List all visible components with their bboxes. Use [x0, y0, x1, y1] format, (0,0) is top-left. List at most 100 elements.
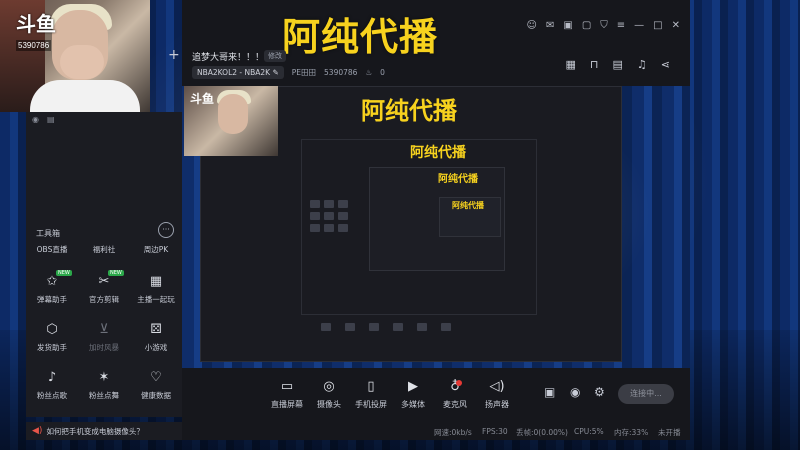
upload-speed: 网速:0kb/s [434, 428, 472, 437]
streamer-shirt [30, 80, 140, 112]
gift-icon[interactable]: ▣ [563, 20, 572, 31]
control-label: 直播屏幕 [271, 400, 303, 409]
cam-room-id: 5390786 [16, 40, 52, 51]
tip-text: 如何把手机变成电脑摄像头？ [46, 426, 144, 436]
dance-icon: ✶ [98, 370, 110, 385]
nested-capture-4: 阿纯代播 [439, 197, 501, 237]
menu-icon[interactable]: ≡ [617, 20, 625, 31]
share-icon[interactable]: ⋖ [661, 58, 670, 71]
microphone-button[interactable]: ♁ 麦克风 [432, 378, 478, 410]
tool-danmaku[interactable]: ✩ NEW 弹幕助手 [26, 264, 78, 312]
tool-song-request[interactable]: ♪ 粉丝点歌 [26, 360, 78, 408]
memory-usage: 内存:33% [614, 428, 649, 437]
gift-box-icon[interactable]: ▦ [566, 58, 576, 71]
lock-icon[interactable]: ⊓ [590, 58, 599, 71]
connect-button[interactable]: 连接中... [618, 384, 674, 404]
nested-title-1: 阿纯代播 [361, 97, 457, 125]
maximize-icon[interactable]: □ [653, 20, 662, 31]
message-icon[interactable]: ▢ [582, 20, 591, 31]
control-label: 摄像头 [317, 400, 341, 409]
tool-label: 弹幕助手 [37, 295, 67, 304]
flame-icon: ♨ [365, 68, 373, 77]
multimedia-button[interactable]: ▶ 多媒体 [390, 378, 436, 410]
mini-tool [338, 212, 348, 220]
preview-webcam: 斗鱼 [184, 86, 278, 156]
avatar-icon[interactable]: ☺ [527, 20, 537, 31]
more-icon[interactable]: ··· [158, 222, 174, 238]
toolbox-title: 工具箱 [36, 229, 60, 238]
tool-label: 官方剪辑 [89, 295, 119, 304]
record-icon[interactable]: ▣ [544, 385, 555, 399]
gamepad-icon: ⚄ [150, 322, 162, 337]
media-icon: ▶ [408, 379, 418, 394]
mini-control [417, 323, 427, 331]
tool-clip[interactable]: ✂ NEW 官方剪辑 [78, 264, 130, 312]
control-label: 扬声器 [485, 400, 509, 409]
tool-shipping[interactable]: ⬡ 发货助手 [26, 312, 78, 360]
scissors-icon: ✂ [98, 274, 110, 289]
tool-health[interactable]: ♡ 健康数据 [130, 360, 182, 408]
webcam-overlay: 斗鱼 5390786 [0, 0, 150, 112]
tool-play-together[interactable]: ▦ 主播一起玩 [130, 264, 182, 312]
toolbox-panel: ◉ ▤ 工具箱 ··· OBS直播 福利社 周边PK ✩ NEW 弹幕助手 ✂ NEW… [26, 112, 182, 417]
layers-icon[interactable]: ▤ [47, 115, 55, 124]
close-icon[interactable]: ✕ [672, 20, 680, 31]
live-preview[interactable]: 阿纯代播 阿纯代播 阿纯代播 阿纯代播 斗鱼 [182, 86, 690, 368]
mini-tool [310, 212, 320, 220]
tool-obs[interactable]: OBS直播 [26, 240, 78, 264]
clipboard-icon: ▦ [149, 274, 163, 289]
eye-icon[interactable]: ◉ [570, 385, 580, 399]
nested-title-2: 阿纯代播 [410, 145, 466, 161]
eye-icon[interactable]: ◉ [32, 115, 39, 124]
camera-icon: ◎ [323, 379, 335, 394]
add-scene-icon[interactable]: + [168, 47, 180, 63]
tool-pk[interactable]: 周边PK [130, 240, 182, 264]
category-label: NBA2KOL2 - NBA2K [197, 68, 271, 77]
camera-button[interactable]: ◎ 摄像头 [306, 378, 352, 410]
minimize-icon[interactable]: — [634, 20, 644, 31]
tip-bar[interactable]: ◀) 如何把手机变成电脑摄像头？ [26, 422, 182, 440]
bell-icon[interactable]: ♫ [637, 58, 647, 71]
edit-pencil-icon: ✎ [272, 68, 279, 77]
control-label: 麦克风 [443, 400, 467, 409]
tool-label: 发货助手 [37, 343, 67, 352]
category-chip[interactable]: NBA2KOL2 - NBA2K ✎ [192, 66, 284, 79]
music-icon: ♪ [47, 370, 57, 385]
phone-cast-button[interactable]: ▯ 手机投屏 [348, 378, 394, 410]
nested-controls [321, 323, 451, 331]
mini-tool [338, 224, 348, 232]
mini-tool [324, 212, 334, 220]
tool-minigame[interactable]: ⚄ 小游戏 [130, 312, 182, 360]
mail-icon[interactable]: ✉ [546, 20, 554, 31]
preview-logo: 斗鱼 [190, 92, 215, 106]
heat-count: 0 [380, 68, 385, 77]
edit-title-button[interactable]: 修改 [264, 50, 286, 62]
shirt-icon[interactable]: ⛉ [600, 20, 608, 31]
nested-title-3: 阿纯代播 [438, 174, 478, 185]
speaker-button[interactable]: ◁) 扬声器 [474, 378, 520, 410]
overlay-title: 阿纯代播 [282, 15, 439, 59]
screen-capture-button[interactable]: ▭ 直播屏幕 [264, 378, 310, 410]
status-bar: 网速:0kb/s FPS:30 丢帧:0(0.00%) CPU:5% 内存:33… [182, 422, 690, 440]
speaker-icon: ◀) [32, 426, 43, 436]
mini-control [393, 323, 403, 331]
download-icon: ⊻ [99, 322, 109, 337]
danmaku-icon: ✩ [46, 274, 58, 289]
tool-welfare[interactable]: 福利社 [78, 240, 130, 264]
tool-label: 粉丝点舞 [89, 391, 119, 400]
tool-dance-request[interactable]: ✶ 粉丝点舞 [78, 360, 130, 408]
room-title: 追梦大哥来！！！ [192, 53, 265, 63]
grid-icon[interactable]: ▤ [613, 58, 623, 71]
tool-label: 健康数据 [141, 391, 171, 400]
live-companion-window: 阿纯代播 ☺ ✉ ▣ ▢ ⛉ ≡ — □ ✕ + 追梦大哥来！！！ 修改 NBA… [168, 0, 690, 440]
mini-tool [324, 200, 334, 208]
owner-name: PE田田 [291, 68, 317, 77]
panel-strip: ◉ ▤ [32, 112, 55, 126]
mic-active-dot [456, 380, 462, 386]
mini-control [321, 323, 331, 331]
tool-label: 加时风暴 [89, 343, 119, 352]
tool-label: 粉丝点歌 [37, 391, 67, 400]
settings-icon[interactable]: ⚙ [594, 385, 605, 399]
tool-label: 主播一起玩 [137, 295, 175, 304]
tool-overtime[interactable]: ⊻ 加时风暴 [78, 312, 130, 360]
